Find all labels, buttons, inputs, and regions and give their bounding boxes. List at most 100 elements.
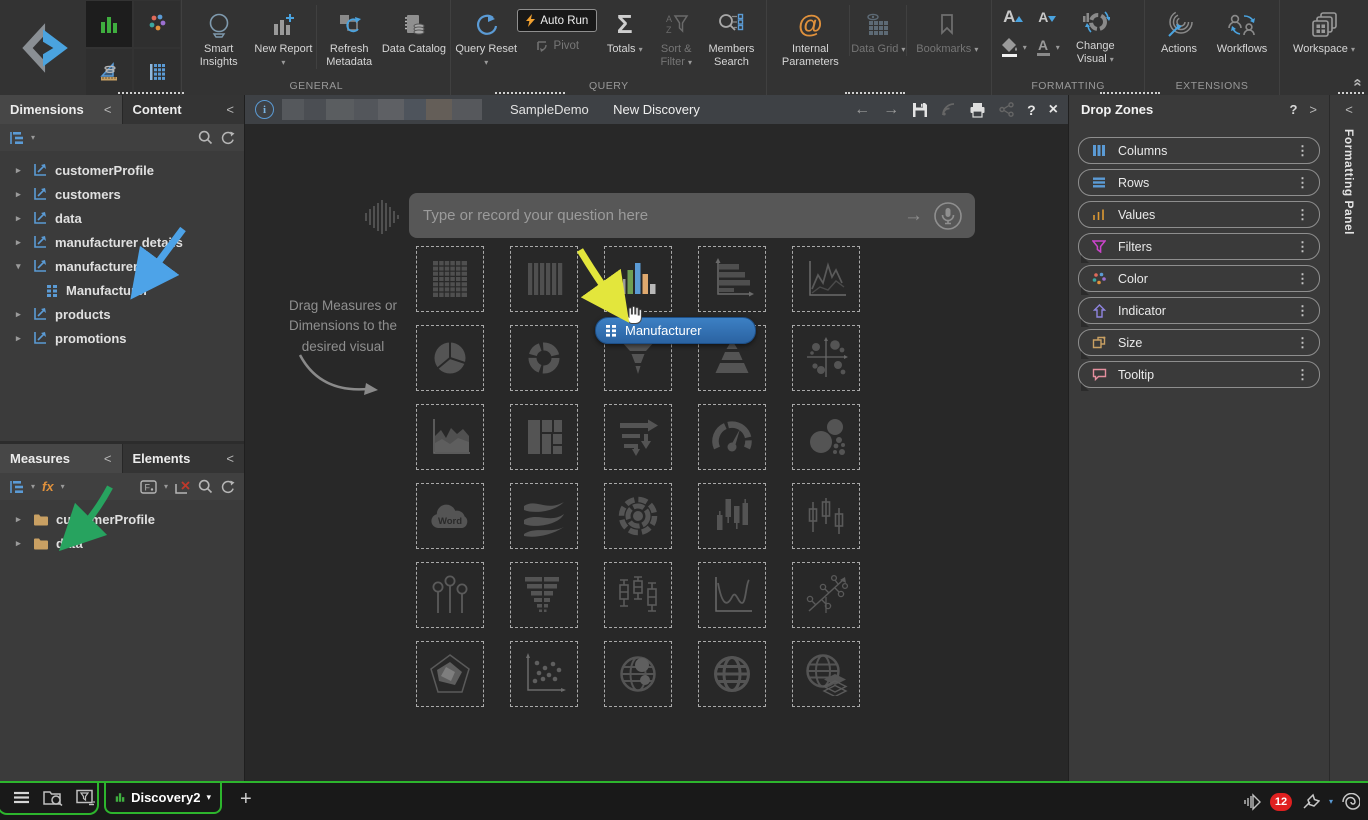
collapse-ribbon-button[interactable]: « [1349, 78, 1366, 86]
expander-icon[interactable]: ▸ [16, 538, 26, 549]
drag-chip-manufacturer[interactable]: Manufacturer [595, 317, 756, 344]
microphone-icon[interactable] [933, 201, 963, 231]
collapse-elements-icon[interactable]: < [226, 451, 234, 466]
expander-icon[interactable]: ▸ [16, 333, 26, 344]
tab-measures[interactable]: Measures < [0, 444, 122, 473]
expander-icon[interactable]: ▸ [16, 237, 26, 248]
pivot-button[interactable]: Pivot [530, 35, 586, 56]
visual-candlestick[interactable] [792, 483, 860, 549]
workspace-button[interactable]: Workspace ▾ [1284, 5, 1364, 56]
visual-quadrant-bubbles[interactable] [792, 325, 860, 391]
workflows-button[interactable]: Workflows [1209, 5, 1275, 56]
data-catalog-button[interactable]: Data Catalog [382, 5, 447, 56]
visual-stream[interactable] [510, 483, 578, 549]
tab-dimensions[interactable]: Dimensions < [0, 95, 122, 124]
tree-item[interactable]: ▾ manufacturers [0, 254, 244, 278]
formula-fx-icon[interactable]: fx [42, 479, 54, 494]
info-icon[interactable]: i [255, 100, 274, 119]
search-icon[interactable] [198, 479, 213, 494]
zone-menu-icon[interactable]: ⋮ [1293, 207, 1312, 223]
pin-icon[interactable] [1301, 793, 1320, 810]
tree-item[interactable]: ▸ data [0, 206, 244, 230]
menu-icon[interactable] [13, 791, 30, 804]
visual-treemap[interactable] [510, 404, 578, 470]
expander-icon[interactable]: ▸ [16, 514, 26, 525]
discovery2-tab[interactable]: Discovery2 ▾ [104, 782, 222, 814]
visual-gauge[interactable] [698, 404, 766, 470]
visual-tornado[interactable] [510, 562, 578, 628]
increase-font-button[interactable]: A [1003, 7, 1023, 27]
spiral-icon[interactable] [1342, 793, 1360, 811]
back-icon[interactable]: ← [854, 101, 870, 119]
search-icon[interactable] [198, 130, 213, 145]
actions-button[interactable]: Actions [1149, 5, 1209, 56]
open-formatting-panel-icon[interactable]: < [1345, 102, 1353, 117]
visual-lollipop[interactable] [416, 562, 484, 628]
collapse-dimensions-icon[interactable]: < [104, 102, 112, 117]
visual-table[interactable] [416, 246, 484, 312]
internal-parameters-button[interactable]: @ Internal Parameters [771, 5, 849, 69]
zone-menu-icon[interactable]: ⋮ [1293, 335, 1312, 351]
tree-view-caret[interactable]: ▾ [31, 133, 35, 142]
visual-range-bars[interactable] [698, 483, 766, 549]
totals-button[interactable]: Σ Totals ▾ [598, 5, 652, 56]
visual-flow-arrows[interactable] [604, 404, 672, 470]
zone-menu-icon[interactable]: ⋮ [1293, 367, 1312, 383]
tab-content[interactable]: Content < [122, 95, 245, 124]
visual-point-chart[interactable] [792, 562, 860, 628]
visual-columns[interactable] [510, 246, 578, 312]
tab-elements[interactable]: Elements < [122, 444, 245, 473]
refresh-metadata-button[interactable]: Refresh Metadata [316, 5, 382, 69]
visual-spline[interactable] [698, 562, 766, 628]
expander-icon[interactable]: ▸ [16, 165, 26, 176]
expander-icon[interactable]: ▸ [16, 213, 26, 224]
formula-caret[interactable]: ▾ [61, 482, 65, 491]
submit-question-icon[interactable]: → [904, 205, 923, 227]
new-report-button[interactable]: New Report ▾ [251, 5, 316, 69]
print-icon[interactable] [969, 102, 986, 118]
question-input[interactable] [421, 206, 904, 225]
tree-view-icon[interactable] [9, 131, 24, 145]
tree-item[interactable]: ▸ customerProfile [0, 507, 244, 531]
visual-map-bubbles[interactable] [604, 641, 672, 707]
visual-bar-chart-highlighted[interactable] [604, 246, 672, 312]
tree-item[interactable]: ▸ customers [0, 182, 244, 206]
tile-metric-set[interactable] [86, 1, 132, 47]
explore-icon[interactable] [43, 789, 63, 806]
tree-item[interactable]: ▸ data [0, 531, 244, 555]
tree-view-icon[interactable] [9, 480, 24, 494]
formatting-panel-tab[interactable]: < Formatting Panel [1329, 95, 1368, 781]
collapse-content-icon[interactable]: < [226, 102, 234, 117]
tree-item-manufacturer[interactable]: Manufacturer [0, 278, 244, 302]
visual-layered-map[interactable] [792, 641, 860, 707]
font-color-button[interactable]: A ▾ [1035, 36, 1060, 58]
smart-insights-button[interactable]: Smart Insights [186, 5, 251, 69]
decrease-font-button[interactable]: A [1038, 9, 1056, 25]
visual-area-chart[interactable] [416, 404, 484, 470]
bookmarks-button[interactable]: Bookmarks ▾ [906, 5, 987, 56]
new-tab-button[interactable]: + [240, 788, 252, 811]
visual-box-plot[interactable] [604, 562, 672, 628]
drop-zone-color[interactable]: Color ⋮ [1078, 265, 1320, 292]
query-reset-button[interactable]: Query Reset ▾ [455, 5, 517, 69]
expander-icon[interactable]: ▸ [16, 189, 26, 200]
visual-sunburst[interactable] [604, 483, 672, 549]
data-grid-button[interactable]: Data Grid ▾ [849, 5, 906, 56]
refresh-icon[interactable] [220, 479, 235, 494]
forward-icon[interactable]: → [883, 101, 899, 119]
visual-line-chart[interactable] [792, 246, 860, 312]
visual-globe[interactable] [698, 641, 766, 707]
tile-hierarchy[interactable] [134, 49, 180, 95]
expander-icon[interactable]: ▾ [16, 261, 26, 272]
formula-box-caret[interactable]: ▾ [164, 482, 168, 491]
save-icon[interactable] [912, 102, 928, 118]
zone-menu-icon[interactable]: ⋮ [1293, 303, 1312, 319]
drop-zone-values[interactable]: Values ⋮ [1078, 201, 1320, 228]
visual-bubble-cluster[interactable] [792, 404, 860, 470]
members-search-button[interactable]: Members Search [701, 5, 763, 69]
drop-zone-filters[interactable]: Filters ⋮ [1078, 233, 1320, 260]
tree-item[interactable]: ▸ customerProfile [0, 158, 244, 182]
zone-menu-icon[interactable]: ⋮ [1293, 143, 1312, 159]
drop-zone-rows[interactable]: Rows ⋮ [1078, 169, 1320, 196]
pin-caret-icon[interactable]: ▾ [1329, 797, 1333, 806]
